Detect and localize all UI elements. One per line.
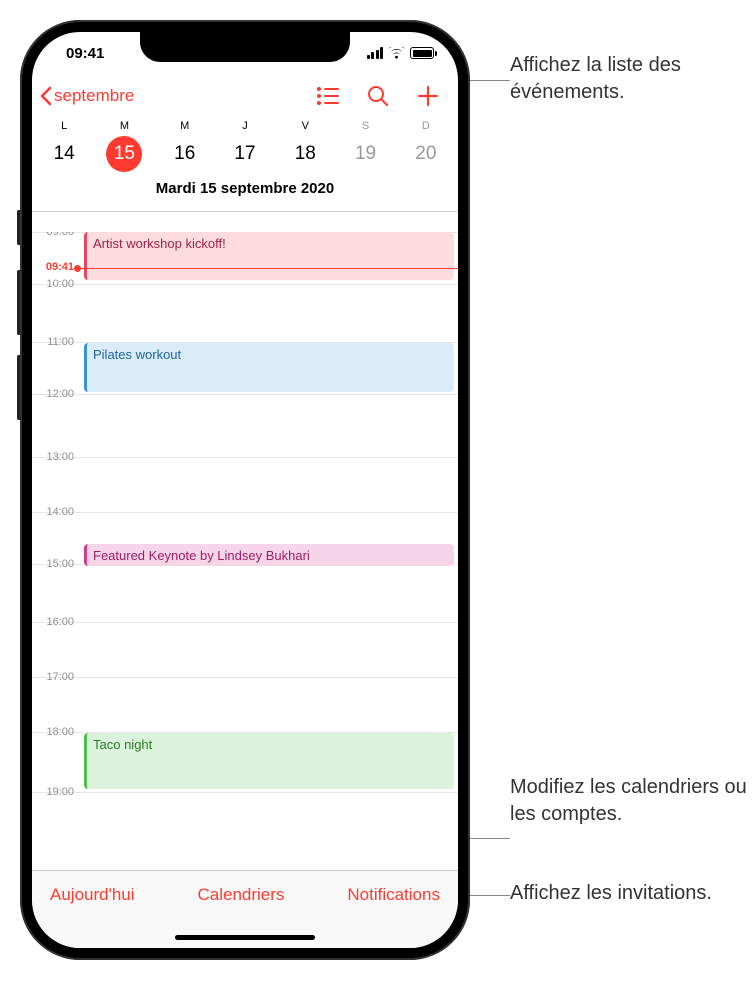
- back-label: septembre: [54, 86, 134, 106]
- status-time: 09:41: [66, 45, 104, 62]
- hour-label: 12:00: [32, 388, 80, 439]
- hour-label: 14:00: [32, 506, 80, 557]
- date-cell[interactable]: 17: [215, 136, 275, 172]
- home-indicator: [175, 935, 315, 940]
- annotation-list: Affichez la liste des événements.: [510, 52, 753, 106]
- hour-label: 17:00: [32, 671, 80, 722]
- date-number: 15: [106, 136, 142, 172]
- battery-icon: [410, 47, 434, 59]
- day-view[interactable]: 09:41 09:0010:0011:0012:0013:0014:0015:0…: [32, 232, 458, 872]
- weekday-label: D: [396, 118, 456, 136]
- hour-row: 13:00: [32, 457, 458, 509]
- weekday-label: M: [94, 118, 154, 136]
- weekday-label: J: [215, 118, 275, 136]
- weekday-label: V: [275, 118, 335, 136]
- date-number: 14: [46, 136, 82, 172]
- hour-label: 18:00: [32, 726, 80, 777]
- date-number: 17: [227, 136, 263, 172]
- plus-icon: [417, 85, 439, 107]
- date-cell[interactable]: 18: [275, 136, 335, 172]
- signal-icon: [367, 47, 384, 59]
- date-number: 19: [348, 136, 384, 172]
- full-date: Mardi 15 septembre 2020: [34, 172, 456, 201]
- notch: [140, 32, 350, 62]
- hour-label: 16:00: [32, 616, 80, 667]
- notifications-button[interactable]: Notifications: [347, 885, 440, 905]
- hour-row: 12:00: [32, 394, 458, 446]
- chevron-left-icon: [40, 86, 52, 106]
- add-event-button[interactable]: [408, 76, 448, 116]
- now-time-label: 09:41: [32, 261, 80, 273]
- date-number: 16: [167, 136, 203, 172]
- calendar-event[interactable]: Featured Keynote by Lindsey Bukhari: [84, 544, 454, 566]
- hour-label: 11:00: [32, 336, 80, 387]
- wifi-icon: [388, 47, 405, 59]
- search-icon: [367, 85, 389, 107]
- date-number: 20: [408, 136, 444, 172]
- date-cell[interactable]: 14: [34, 136, 94, 172]
- hour-row: 10:00: [32, 284, 458, 336]
- hour-label: 19:00: [32, 786, 80, 837]
- hour-row: 19:00: [32, 792, 458, 844]
- hour-row: 15:00: [32, 564, 458, 616]
- hour-label: 10:00: [32, 278, 80, 329]
- calendars-button[interactable]: Calendriers: [197, 885, 284, 905]
- week-header: LMMJVSD 14151617181920 Mardi 15 septembr…: [32, 118, 458, 212]
- date-cell[interactable]: 15: [94, 136, 154, 172]
- screen: 09:41 septembre: [32, 32, 458, 948]
- calendar-event[interactable]: Artist workshop kickoff!: [84, 232, 454, 280]
- list-view-button[interactable]: [308, 76, 348, 116]
- weekday-label: L: [34, 118, 94, 136]
- date-cell[interactable]: 19: [335, 136, 395, 172]
- weekday-label: M: [155, 118, 215, 136]
- search-button[interactable]: [358, 76, 398, 116]
- date-number: 18: [287, 136, 323, 172]
- hour-label: 13:00: [32, 451, 80, 502]
- weekday-label: S: [335, 118, 395, 136]
- hour-label: 15:00: [32, 558, 80, 609]
- calendar-event[interactable]: Pilates workout: [84, 343, 454, 392]
- annotation-notifications: Affichez les invitations.: [510, 880, 712, 907]
- hour-row: 17:00: [32, 677, 458, 729]
- date-cell[interactable]: 16: [155, 136, 215, 172]
- date-cell[interactable]: 20: [396, 136, 456, 172]
- now-indicator: [80, 268, 458, 269]
- today-button[interactable]: Aujourd'hui: [50, 885, 135, 905]
- back-button[interactable]: septembre: [40, 86, 134, 106]
- phone-frame: 09:41 septembre: [20, 20, 470, 960]
- annotation-calendars: Modifiez les calendriers ou les comptes.: [510, 774, 753, 828]
- list-icon: [317, 87, 339, 105]
- hour-row: 16:00: [32, 622, 458, 674]
- nav-bar: septembre: [32, 74, 458, 118]
- calendar-event[interactable]: Taco night: [84, 733, 454, 789]
